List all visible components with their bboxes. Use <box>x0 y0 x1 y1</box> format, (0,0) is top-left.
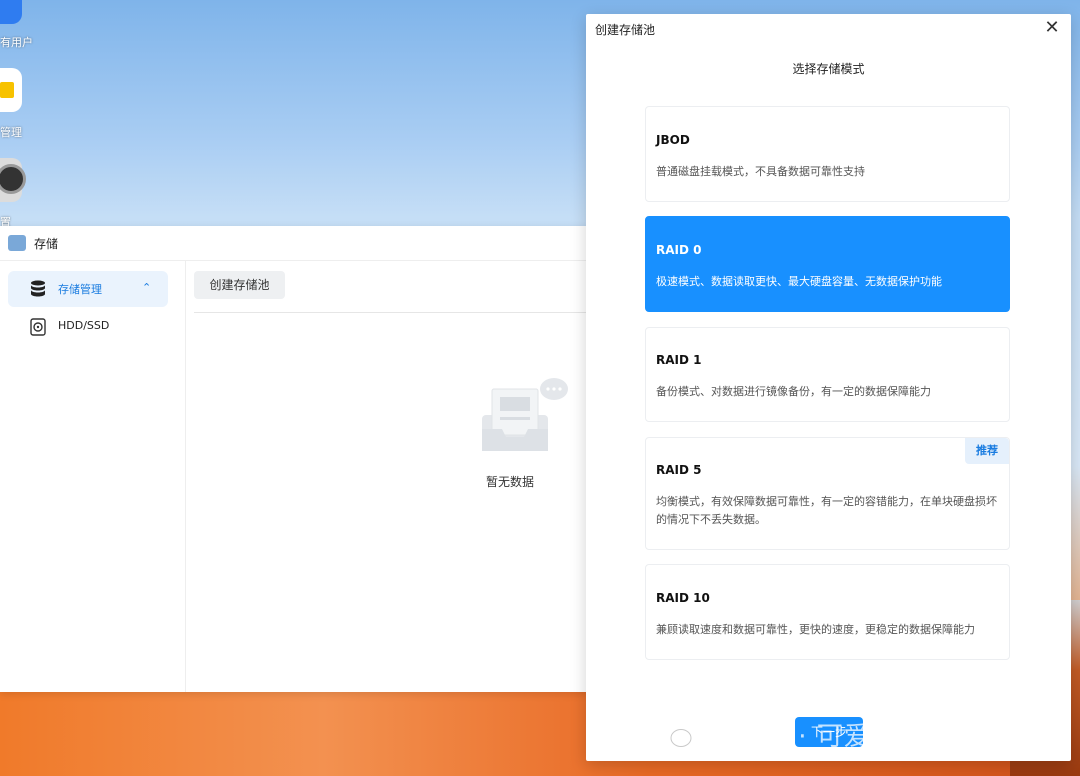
user-icon[interactable] <box>0 0 22 24</box>
sidebar-item-label: 存储管理 <box>58 283 102 296</box>
option-card-jbod[interactable]: JBOD 普通磁盘挂载模式，不具备数据可靠性支持 <box>645 106 1010 202</box>
sidebar-item-label: HDD/SSD <box>58 319 110 332</box>
database-icon <box>31 280 45 297</box>
window-titlebar[interactable]: 存储 <box>0 226 590 261</box>
empty-inbox-icon <box>482 378 568 451</box>
window-title: 存储 <box>34 237 59 251</box>
empty-state-text: 暂无数据 <box>486 475 535 489</box>
desktop-label-users: 有用户 <box>0 36 33 49</box>
option-desc: 备份模式、对数据进行镜像备份，有一定的数据保障能力 <box>656 385 931 398</box>
create-pool-button[interactable]: 创建存储池 <box>194 271 285 299</box>
sidebar-item-storage-manage[interactable]: 存储管理 ⌃ <box>8 271 168 307</box>
divider <box>194 312 590 313</box>
create-pool-dialog: 创建存储池 ✕ 选择存储模式 JBOD 普通磁盘挂载模式，不具备数据可靠性支持 … <box>586 14 1071 761</box>
option-name: JBOD <box>656 133 690 147</box>
storage-window: 存储 存储管理 ⌃ HDD/SSD 创建存储池 暂无数据 <box>0 226 590 692</box>
option-desc: 均衡模式，有效保障数据可靠性，有一定的容错能力，在单块硬盘损坏的情况下不丢失数据… <box>656 495 997 526</box>
option-name: RAID 5 <box>656 463 702 477</box>
recommended-badge: 推荐 <box>965 438 1009 464</box>
sidebar: 存储管理 ⌃ HDD/SSD <box>0 261 186 692</box>
chevron-up-icon[interactable]: ⌃ <box>142 281 151 294</box>
option-card-raid0[interactable]: RAID 0 极速模式、数据读取更快、最大硬盘容量、无数据保护功能 <box>645 216 1010 312</box>
option-name: RAID 10 <box>656 591 710 605</box>
settings-icon[interactable] <box>0 158 26 202</box>
dialog-title: 创建存储池 <box>595 23 656 37</box>
option-card-raid10[interactable]: RAID 10 兼顾读取速度和数据可靠性，更快的速度，更稳定的数据保障能力 <box>645 564 1010 660</box>
disk-icon <box>30 318 46 336</box>
option-desc: 普通磁盘挂载模式，不具备数据可靠性支持 <box>656 165 865 178</box>
wechat-icon <box>659 723 692 747</box>
option-desc: 极速模式、数据读取更快、最大硬盘容量、无数据保护功能 <box>656 275 942 288</box>
desktop-label-manage: 管理 <box>0 126 22 139</box>
watermark-text: 公众号 · 可爱的小Cherry <box>708 722 1018 752</box>
main-content: 创建存储池 暂无数据 <box>186 261 590 692</box>
option-name: RAID 0 <box>656 243 702 257</box>
dialog-subtitle: 选择存储模式 <box>792 62 865 76</box>
option-name: RAID 1 <box>656 353 702 367</box>
option-desc: 兼顾读取速度和数据可靠性，更快的速度，更稳定的数据保障能力 <box>656 623 975 636</box>
option-card-raid1[interactable]: RAID 1 备份模式、对数据进行镜像备份，有一定的数据保障能力 <box>645 327 1010 422</box>
close-icon[interactable]: ✕ <box>1041 17 1063 39</box>
option-card-raid5[interactable]: 推荐 RAID 5 均衡模式，有效保障数据可靠性，有一定的容错能力，在单块硬盘损… <box>645 437 1010 550</box>
storage-app-icon <box>8 235 26 251</box>
sidebar-item-hdd-ssd[interactable]: HDD/SSD <box>8 309 168 345</box>
folder-icon[interactable] <box>0 68 22 112</box>
